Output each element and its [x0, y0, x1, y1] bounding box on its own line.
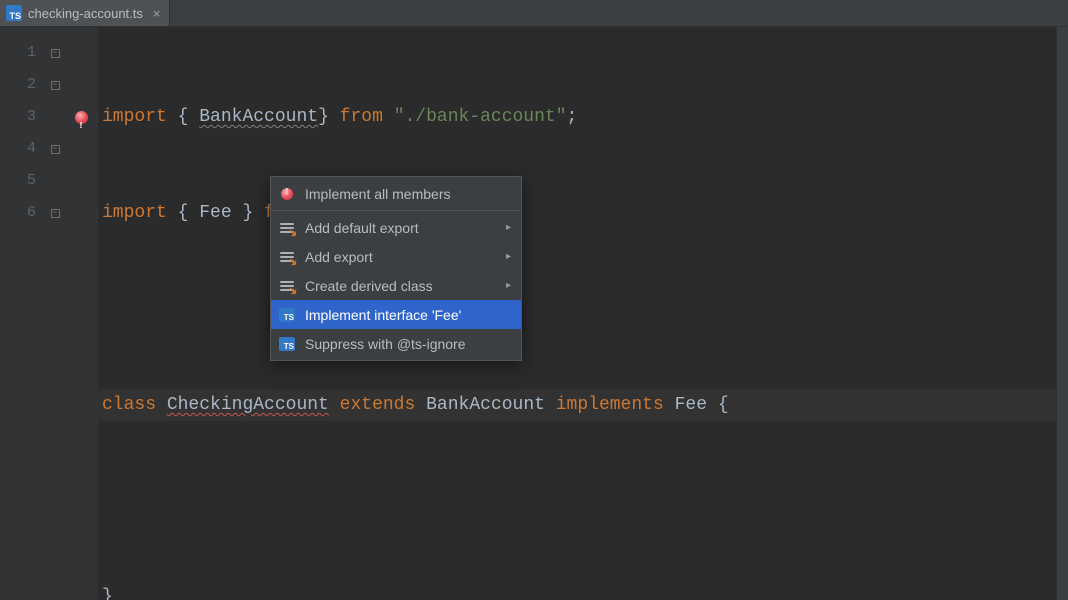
fold-toggle-icon[interactable]: −: [51, 49, 60, 58]
line-number: 2: [0, 69, 36, 101]
line-number-gutter: 1 2 3 4 5 6: [0, 27, 46, 600]
intention-actions-menu: Implement all members Add default export…: [270, 176, 522, 361]
refactor-icon: [279, 220, 295, 236]
code-line: [98, 293, 1068, 325]
menu-item-create-derived[interactable]: Create derived class ▸: [271, 271, 521, 300]
code-line: }: [98, 581, 1068, 600]
code-line: import { Fee } from "./fee";: [98, 197, 1068, 229]
submenu-arrow-icon: ▸: [506, 222, 511, 233]
fold-toggle-icon[interactable]: −: [51, 209, 60, 218]
menu-separator: [271, 210, 521, 211]
refactor-icon: [279, 278, 295, 294]
menu-item-label: Implement all members: [305, 186, 511, 202]
menu-item-add-default-export[interactable]: Add default export ▸: [271, 213, 521, 242]
fold-toggle-icon[interactable]: −: [51, 145, 60, 154]
ts-file-icon: TS: [6, 5, 22, 21]
submenu-arrow-icon: ▸: [506, 280, 511, 291]
line-number: 5: [0, 165, 36, 197]
menu-item-suppress-ts-ignore[interactable]: TS Suppress with @ts-ignore: [271, 329, 521, 358]
code-line: [98, 485, 1068, 517]
menu-item-label: Add export: [305, 249, 496, 265]
line-number: 3: [0, 101, 36, 133]
file-tab-label: checking-account.ts: [28, 6, 143, 21]
fold-toggle-icon[interactable]: −: [51, 81, 60, 90]
line-number: 4: [0, 133, 36, 165]
submenu-arrow-icon: ▸: [506, 251, 511, 262]
menu-item-label: Add default export: [305, 220, 496, 236]
code-line: import { BankAccount} from "./bank-accou…: [98, 101, 1068, 133]
refactor-icon: [279, 249, 295, 265]
fold-gutter: − − − −: [46, 27, 64, 600]
menu-item-label: Implement interface 'Fee': [305, 307, 511, 323]
code-area[interactable]: import { BankAccount} from "./bank-accou…: [98, 27, 1068, 600]
ts-icon: TS: [279, 307, 295, 323]
error-bulb-icon[interactable]: [75, 111, 88, 124]
menu-item-implement-all[interactable]: Implement all members: [271, 179, 521, 208]
tab-bar: TS checking-account.ts ×: [0, 0, 1068, 27]
menu-item-add-export[interactable]: Add export ▸: [271, 242, 521, 271]
menu-item-implement-fee[interactable]: TS Implement interface 'Fee': [271, 300, 521, 329]
code-line-current: class CheckingAccount extends BankAccoun…: [98, 389, 1068, 421]
error-bulb-icon: [279, 186, 295, 202]
scrollbar[interactable]: [1056, 27, 1068, 600]
close-icon[interactable]: ×: [153, 6, 161, 21]
file-tab[interactable]: TS checking-account.ts ×: [0, 0, 170, 26]
ts-icon: TS: [279, 336, 295, 352]
line-number: 6: [0, 197, 36, 229]
menu-item-label: Create derived class: [305, 278, 496, 294]
code-editor[interactable]: 1 2 3 4 5 6 − − − − import { BankAccount…: [0, 27, 1068, 600]
line-number: 1: [0, 37, 36, 69]
annotation-gutter: [64, 27, 98, 600]
menu-item-label: Suppress with @ts-ignore: [305, 336, 511, 352]
